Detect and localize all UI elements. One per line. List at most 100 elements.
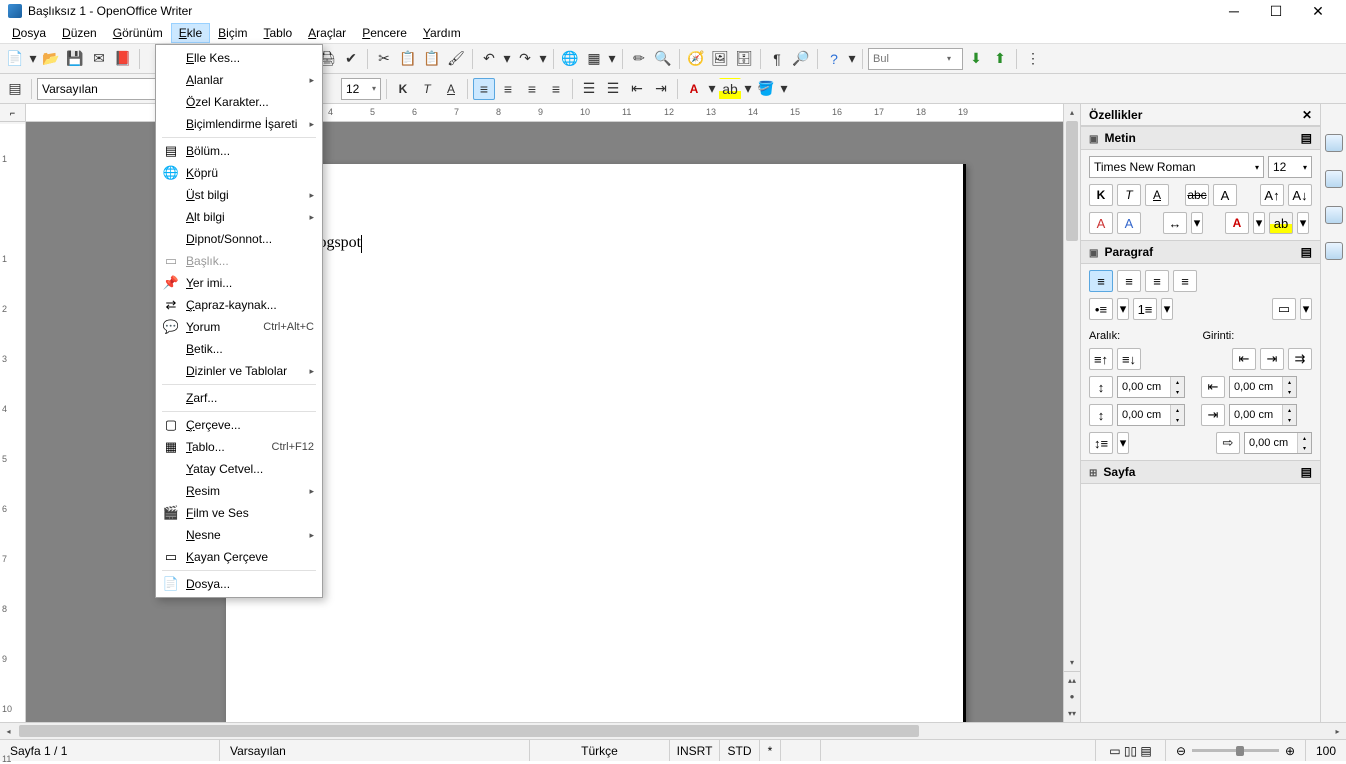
inc-space-above-icon[interactable]: ≡↑ [1089,348,1113,370]
prop-highlight-button[interactable]: ab [1269,212,1293,234]
align-right-button[interactable]: ≡ [521,78,543,100]
zoom-button[interactable]: 🔎 [790,48,812,70]
paste-button[interactable]: 📋 [421,48,443,70]
text-section-header[interactable]: ▣Metin ▤ [1081,126,1320,150]
first-line-spinner[interactable]: ▴▾ [1244,432,1312,454]
status-zoom[interactable]: 100 [1306,740,1346,761]
scroll-up-button[interactable]: ▴ [1064,104,1080,121]
line-spacing-arrow[interactable]: ▾ [1117,432,1129,454]
find-input[interactable] [873,53,943,65]
menu-item-blm[interactable]: ▤Bölüm... [158,140,320,162]
menu-item-tablo[interactable]: ▦Tablo...Ctrl+F12 [158,436,320,458]
copy-button[interactable]: 📋 [397,48,419,70]
space-below-spinner[interactable]: ▴▾ [1117,404,1185,426]
menu-item-yorum[interactable]: 💬YorumCtrl+Alt+C [158,316,320,338]
sidebar-styles-icon[interactable] [1325,170,1343,188]
menu-item-ereve[interactable]: ▢Çerçeve... [158,414,320,436]
help-button[interactable]: ? [823,48,845,70]
nav-prev-page[interactable]: ▴▴ [1064,671,1080,688]
font-color-button[interactable]: A [683,78,705,100]
prop-shrink-font-button[interactable]: A↓ [1288,184,1312,206]
table-arrow[interactable]: ▾ [607,48,617,70]
hyperlink-button[interactable]: 🌐 [559,48,581,70]
hscroll-left-button[interactable]: ◂ [0,723,17,740]
menu-item-altbilgi[interactable]: Alt bilgi▸ [158,206,320,228]
dec-space-above-icon[interactable]: ≡↓ [1117,348,1141,370]
prop-fontcolor-button[interactable]: A [1225,212,1249,234]
menu-item-aprazkaynak[interactable]: ⇄Çapraz-kaynak... [158,294,320,316]
sidebar-gallery-icon[interactable] [1325,206,1343,224]
line-spacing-icon[interactable]: ↕≡ [1089,432,1113,454]
align-justify-button[interactable]: ≡ [545,78,567,100]
indent-right-spinner[interactable]: ▴▾ [1229,404,1297,426]
spellcheck-button[interactable]: ✔ [340,48,362,70]
show-draw-button[interactable]: ✏ [628,48,650,70]
numbered-list-button[interactable]: ☰ [578,78,600,100]
prop-size-combo[interactable]: 12▾ [1268,156,1312,178]
new-doc-arrow[interactable]: ▾ [28,48,38,70]
save-button[interactable]: 💾 [64,48,86,70]
redo-arrow[interactable]: ▾ [538,48,548,70]
bold-button[interactable]: K [392,78,414,100]
decrease-indent-button[interactable]: ⇤ [626,78,648,100]
email-button[interactable]: ✉ [88,48,110,70]
sidebar-navigator-icon[interactable] [1325,242,1343,260]
status-insert[interactable]: INSRT [670,740,720,761]
menu-item-dipnotsonnot[interactable]: Dipnot/Sonnot... [158,228,320,250]
page-section-options-icon[interactable]: ▤ [1301,465,1312,479]
find-next-button[interactable]: ⬇ [965,48,987,70]
prop-highlight-arrow[interactable]: ▾ [1297,212,1309,234]
menu-düzen[interactable]: Düzen [54,23,105,43]
prop-italic-button[interactable]: T [1117,184,1141,206]
prop-numbers-button[interactable]: 1≡ [1133,298,1157,320]
paragraph-section-header[interactable]: ▣Paragraf ▤ [1081,240,1320,264]
menu-tablo[interactable]: Tablo [255,23,300,43]
cut-button[interactable]: ✂ [373,48,395,70]
prop-spacing-arrow[interactable]: ▾ [1191,212,1203,234]
prop-shadow-button[interactable]: A [1213,184,1237,206]
prop-align-right[interactable]: ≡ [1145,270,1169,292]
italic-button[interactable]: T [416,78,438,100]
menu-yardım[interactable]: Yardım [415,23,469,43]
scroll-thumb[interactable] [1066,121,1078,241]
text-section-options-icon[interactable]: ▤ [1301,131,1312,145]
menu-biçim[interactable]: Biçim [210,23,255,43]
toolbar-options-button[interactable]: ⋮ [1022,48,1044,70]
menu-item-stbilgi[interactable]: Üst bilgi▸ [158,184,320,206]
prop-align-left[interactable]: ≡ [1089,270,1113,292]
prop-grow-font-button[interactable]: A↑ [1260,184,1284,206]
sidebar-properties-icon[interactable] [1325,134,1343,152]
prop-bgcolor-arrow[interactable]: ▾ [1300,298,1312,320]
bgcolor-button[interactable]: 🪣 [755,78,777,100]
bgcolor-arrow[interactable]: ▾ [779,78,789,100]
menu-item-kayanereve[interactable]: ▭Kayan Çerçeve [158,546,320,568]
prop-strike-button[interactable]: abc [1185,184,1209,206]
space-above-spinner[interactable]: ▴▾ [1117,376,1185,398]
undo-button[interactable]: ↶ [478,48,500,70]
para-section-options-icon[interactable]: ▤ [1301,245,1312,259]
status-page[interactable]: Sayfa 1 / 1 [0,740,220,761]
nonprinting-button[interactable]: ¶ [766,48,788,70]
menu-item-dosya[interactable]: 📄Dosya... [158,573,320,595]
new-doc-button[interactable]: 📄 [4,48,26,70]
format-paint-button[interactable]: 🖌 [445,48,467,70]
menu-item-zarf[interactable]: Zarf... [158,387,320,409]
find-button[interactable]: 🔍 [652,48,674,70]
menu-ekle[interactable]: Ekle [171,23,210,43]
menu-item-filmveses[interactable]: 🎬Film ve Ses [158,502,320,524]
prop-super-button[interactable]: A [1089,212,1113,234]
prop-font-combo[interactable]: Times New Roman▾ [1089,156,1264,178]
menu-item-ellekes[interactable]: Elle Kes... [158,47,320,69]
menu-dosya[interactable]: Dosya [4,23,54,43]
undo-arrow[interactable]: ▾ [502,48,512,70]
indent-left-spinner[interactable]: ▴▾ [1229,376,1297,398]
increase-indent-button[interactable]: ⇥ [650,78,672,100]
open-button[interactable]: 📂 [40,48,62,70]
prop-bold-button[interactable]: K [1089,184,1113,206]
document-page[interactable]: blogspot [226,164,966,722]
bullet-list-button[interactable]: ☰ [602,78,624,100]
help-arrow[interactable]: ▾ [847,48,857,70]
hanging-indent-icon[interactable]: ⇉ [1288,348,1312,370]
prop-sub-button[interactable]: A [1117,212,1141,234]
hscroll-right-button[interactable]: ▸ [1329,723,1346,740]
